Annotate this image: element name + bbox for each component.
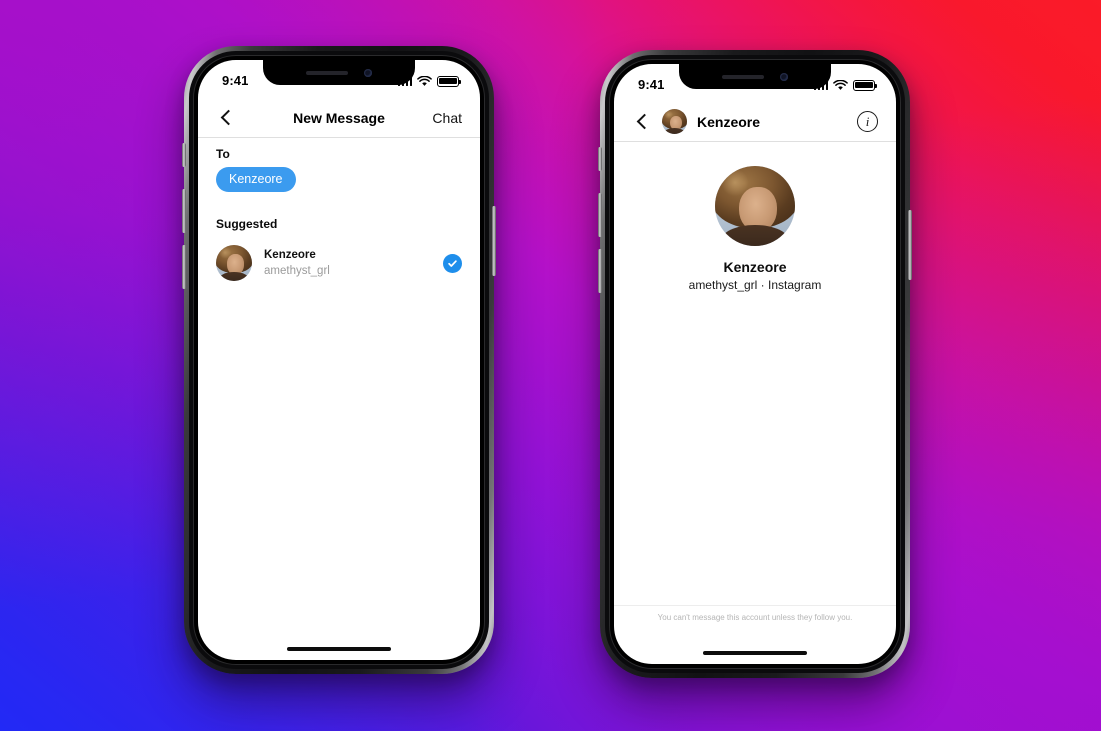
user-avatar-photo xyxy=(216,245,252,281)
power-button[interactable] xyxy=(908,210,912,280)
battery-full-icon xyxy=(437,75,462,87)
home-indicator[interactable] xyxy=(703,651,807,655)
thread-body: Kenzeore amethyst_grl · Instagram You ca… xyxy=(614,142,896,664)
notch xyxy=(679,64,831,89)
front-camera-icon xyxy=(780,72,788,81)
check-circle-filled-icon[interactable] xyxy=(443,253,462,273)
restriction-note: You can't message this account unless th… xyxy=(614,605,896,622)
to-field[interactable]: Kenzeore xyxy=(198,161,480,192)
home-indicator[interactable] xyxy=(287,647,391,651)
user-avatar-photo[interactable] xyxy=(662,109,687,134)
list-item-username: amethyst_grl xyxy=(264,264,330,277)
info-circle-icon[interactable]: i xyxy=(857,111,878,132)
phone-screen-right: 9:41 Kenzeore i Kenzeore amethyst_grl · … xyxy=(614,64,896,664)
user-avatar-photo[interactable] xyxy=(715,166,795,246)
wifi-icon xyxy=(417,75,432,86)
earpiece-speaker-icon xyxy=(306,70,348,75)
to-label: To xyxy=(216,147,230,161)
silent-switch-button[interactable] xyxy=(598,147,602,171)
profile-name: Kenzeore xyxy=(723,259,787,275)
silent-switch-button[interactable] xyxy=(182,143,186,167)
chevron-left-icon[interactable] xyxy=(216,107,238,129)
front-camera-icon xyxy=(364,68,372,77)
battery-full-icon xyxy=(853,79,878,91)
status-bar-time: 9:41 xyxy=(638,77,665,92)
volume-up-button[interactable] xyxy=(182,189,186,233)
list-item[interactable]: Kenzeore amethyst_grl xyxy=(198,237,480,289)
profile-header: Kenzeore amethyst_grl · Instagram xyxy=(614,142,896,292)
volume-down-button[interactable] xyxy=(182,245,186,289)
wallpaper-background: 9:41 New Message Chat To Kenzeore Sugges… xyxy=(0,0,1101,731)
recipient-chip[interactable]: Kenzeore xyxy=(216,167,296,192)
phone-device-right: 9:41 Kenzeore i Kenzeore amethyst_grl · … xyxy=(598,50,912,678)
status-bar-time: 9:41 xyxy=(222,73,249,88)
earpiece-speaker-icon xyxy=(722,74,764,79)
compose-body: To Kenzeore Suggested Kenzeore amethyst_… xyxy=(198,138,480,660)
suggested-label: Suggested xyxy=(216,217,278,231)
list-item-text: Kenzeore amethyst_grl xyxy=(264,248,330,278)
chevron-left-icon[interactable] xyxy=(632,111,654,133)
chat-button[interactable]: Chat xyxy=(432,110,462,126)
list-item-name: Kenzeore xyxy=(264,248,316,261)
profile-meta: amethyst_grl · Instagram xyxy=(688,278,822,292)
phone-device-left: 9:41 New Message Chat To Kenzeore Sugges… xyxy=(182,46,496,674)
volume-down-button[interactable] xyxy=(598,249,602,293)
power-button[interactable] xyxy=(492,206,496,276)
volume-up-button[interactable] xyxy=(598,193,602,237)
page-title: Kenzeore xyxy=(697,113,761,130)
navbar-right: Kenzeore i xyxy=(614,102,896,142)
notch xyxy=(263,60,415,85)
phone-screen-left: 9:41 New Message Chat To Kenzeore Sugges… xyxy=(198,60,480,660)
navbar-left: New Message Chat xyxy=(198,98,480,138)
wifi-icon xyxy=(833,79,848,90)
